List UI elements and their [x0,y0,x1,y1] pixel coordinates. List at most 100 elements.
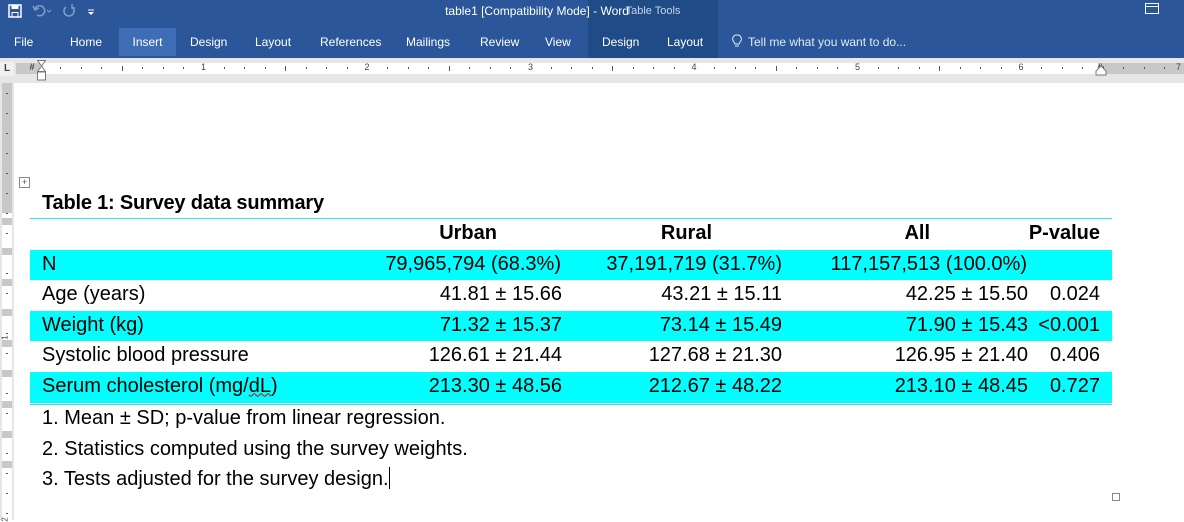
note-3: 3. Tests adjusted for the survey design. [42,467,390,490]
ruler-tick [653,67,655,69]
summary-table[interactable]: Urban Rural All P-value N 79,965,794 (68… [30,218,1112,405]
row-boundary-marker[interactable] [2,401,12,408]
ruler-tick [6,513,8,514]
spelling-error[interactable]: dL [249,375,271,397]
table-notes: 1. Mean ± SD; p-value from linear regres… [42,403,468,495]
vertical-ruler[interactable]: 12 [0,83,14,522]
row-boundary-marker[interactable] [2,248,12,255]
tab-table-layout[interactable]: Layout [655,28,715,56]
ruler-tick [755,67,757,69]
table-row: Serum cholesterol (mg/dL) 213.30 ± 48.56… [30,371,1112,402]
tab-layout[interactable]: Layout [243,28,303,56]
table-column-marker-icon[interactable]: # [29,62,34,72]
row-boundary-marker[interactable] [2,340,12,347]
row-label: Serum cholesterol (mg/dL) [42,374,278,397]
ruler-tick [121,66,123,71]
tab-table-design[interactable]: Design [590,28,651,56]
save-icon[interactable] [8,3,22,21]
cell-urban: 213.30 ± 48.56 [428,374,562,397]
row-boundary-marker[interactable] [2,370,12,377]
ruler-tick [1143,67,1145,69]
ruler-tick [6,213,8,214]
ruler-tick [6,493,8,494]
text-cursor [388,467,390,489]
tab-view[interactable]: View [533,28,583,56]
header-p-value: P-value [1028,222,1100,244]
table-resize-handle[interactable] [1112,493,1120,501]
title-bar: Table Tools table1 [Compatibility Mode] … [0,0,1184,58]
cell-rural: 37,191,719 (31.7%) [606,252,782,275]
row-boundary-marker[interactable] [2,218,12,225]
ruler-tick [326,67,328,69]
tab-selector-button[interactable]: L [0,62,14,76]
ruler-tick [734,67,736,69]
cell-urban: 41.81 ± 15.66 [439,283,562,305]
tab-references[interactable]: References [308,28,393,56]
indent-marker-icon[interactable] [37,60,46,82]
tab-home[interactable]: Home [58,28,114,56]
cell-p: 0.727 [1049,374,1100,397]
ruler-tick [489,67,491,69]
tab-review[interactable]: Review [468,28,531,56]
row-boundary-marker[interactable] [2,461,12,468]
row-boundary-marker[interactable] [2,309,12,316]
ruler-number: 7 [1175,62,1182,72]
ruler-number: 1 [0,335,10,340]
cell-rural: 73.14 ± 15.49 [659,313,782,336]
ruler-tick [714,67,716,69]
ruler-number: 5 [854,62,861,72]
lightbulb-icon [732,34,742,51]
customize-qat-icon[interactable] [86,4,96,20]
quick-access-toolbar [8,0,96,24]
ruler-tick [448,66,450,71]
ribbon-display-options-icon[interactable] [1145,3,1159,14]
right-margin-area [1098,63,1184,74]
tab-file[interactable]: File [2,28,45,56]
ruler-tick [80,67,82,69]
table-move-handle-icon[interactable]: + [19,177,30,188]
ruler-tick [142,67,144,69]
tab-insert[interactable]: Insert [119,28,176,56]
row-boundary-marker[interactable] [2,431,12,438]
cell-rural: 127.68 ± 21.30 [648,344,782,366]
row-label: Systolic blood pressure [42,344,249,366]
table-caption: Table 1: Survey data summary [42,192,324,214]
ruler-tick [6,333,8,334]
table-tools-label: Table Tools [625,5,681,17]
tab-design[interactable]: Design [178,28,239,56]
cell-urban: 71.32 ± 15.37 [439,313,562,336]
ruler-tick [346,67,348,69]
ruler-tick [898,67,900,69]
cell-p: <0.001 [1038,313,1100,336]
ruler-number: 2 [364,62,370,72]
table-row: N 79,965,794 (68.3%) 37,191,719 (31.7%) … [30,249,1112,280]
ruler-tick [223,67,225,69]
redo-icon[interactable] [62,3,76,21]
ruler-tick [6,393,8,394]
ruler-tick [6,93,8,94]
ruler-number: 4 [691,62,697,72]
undo-icon[interactable] [32,4,52,21]
row-boundary-marker[interactable] [2,279,12,286]
tab-mailings[interactable]: Mailings [394,28,462,56]
ruler-tick [244,67,246,69]
ruler-tick [959,67,961,69]
horizontal-ruler[interactable]: 1234567## [16,62,1184,74]
cell-urban: 126.61 ± 21.44 [428,344,562,366]
header-rural: Rural [660,222,712,244]
note-1: 1. Mean ± SD; p-value from linear regres… [42,407,446,429]
tell-me-search[interactable]: Tell me what you want to do... [732,28,906,56]
ruler-tick [571,67,573,69]
ruler-tick [6,153,8,154]
ruler-tick [939,66,941,71]
ruler-tick [6,193,8,194]
ruler-tick [775,66,777,71]
ruler-tick [1123,67,1125,69]
ruler-tick [305,67,307,69]
row-label: Age (years) [42,283,146,305]
right-indent-marker-icon[interactable] [1095,64,1107,76]
ruler-tick [816,67,818,69]
ruler-tick [1041,67,1043,69]
ruler-number: 3 [527,62,534,72]
table-header-row: Urban Rural All P-value [30,219,1112,250]
